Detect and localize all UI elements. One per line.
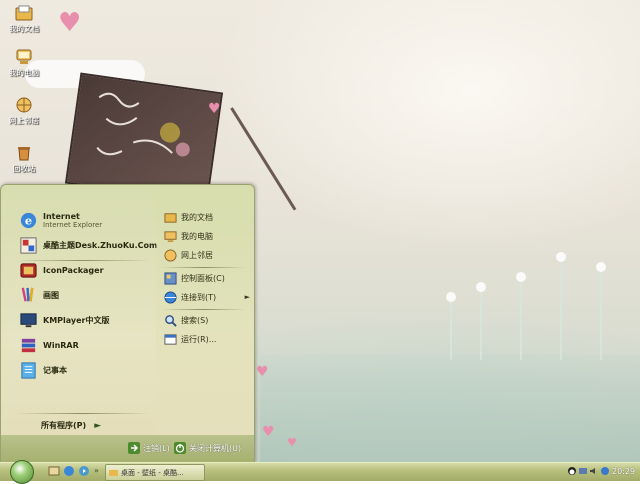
logoff-button[interactable]: 注销(L) <box>128 442 170 454</box>
wallpaper-dandelion <box>446 292 456 302</box>
network-icon <box>16 97 32 113</box>
all-programs-button[interactable]: 所有程序(P) ► <box>41 420 101 431</box>
start-item-kmplayer[interactable]: KMPlayer中文版 <box>19 309 153 331</box>
place-run[interactable]: 运行(R)... <box>164 331 250 347</box>
wallpaper-stem <box>560 260 562 360</box>
start-menu-programs: e Internet Internet Explorer 桌酷主题Desk.Zh… <box>1 185 157 435</box>
computer-icon <box>16 49 32 64</box>
desktop-icon-my-computer[interactable]: 我的电脑 <box>4 48 44 78</box>
place-my-computer[interactable]: 我的电脑 <box>164 228 250 244</box>
notepad-icon <box>21 361 36 379</box>
zhuoku-icon <box>20 236 37 254</box>
heart-decoration: ♥ <box>208 101 221 117</box>
start-item-internet[interactable]: e Internet Internet Explorer <box>19 209 153 231</box>
shutdown-button[interactable]: 关闭计算机(U) <box>174 442 241 454</box>
place-search[interactable]: 搜索(S) <box>164 312 250 328</box>
folder-icon <box>15 5 33 21</box>
network-tray-icon[interactable] <box>578 466 588 476</box>
wallpaper-dandelion <box>516 272 526 282</box>
folder-icon <box>164 212 177 223</box>
arrow-right-icon: ► <box>94 420 102 431</box>
start-item-notepad[interactable]: 记事本 <box>19 359 153 381</box>
wallpaper-stem <box>520 280 522 360</box>
show-desktop-icon[interactable] <box>48 465 60 477</box>
folder-icon <box>109 470 118 476</box>
wallpaper-dandelion <box>556 252 566 262</box>
taskbar-item-desktop-folder[interactable]: 桌面 - 壁纸 - 桌酷... <box>105 464 205 481</box>
place-control-panel[interactable]: 控制面板(C) <box>164 270 250 286</box>
ie-icon: e <box>20 212 37 228</box>
kmplayer-icon <box>20 312 37 327</box>
menu-separator <box>161 267 246 268</box>
wallpaper-stem <box>600 270 602 360</box>
place-my-documents[interactable]: 我的文档 <box>164 209 250 225</box>
place-network[interactable]: 网上邻居 <box>164 247 250 263</box>
start-menu-footer: 注销(L) 关闭计算机(U) <box>1 435 254 462</box>
menu-separator <box>161 309 246 310</box>
start-menu: e Internet Internet Explorer 桌酷主题Desk.Zh… <box>0 184 255 463</box>
heart-decoration: ♥ <box>58 8 82 38</box>
heart-decoration: ♥ <box>262 424 275 440</box>
start-item-winrar[interactable]: WinRAR <box>19 334 153 356</box>
recycle-bin-icon <box>18 147 30 161</box>
start-item-zhuoku[interactable]: 桌酷主题Desk.ZhuoKu.Com <box>19 234 157 256</box>
ie-icon[interactable] <box>63 465 75 477</box>
logoff-icon <box>128 442 140 454</box>
quicklaunch-expand-icon[interactable]: » <box>94 466 99 475</box>
qq-icon[interactable] <box>567 466 577 476</box>
volume-icon[interactable] <box>589 466 599 476</box>
taskbar: » 桌面 - 壁纸 - 桌酷... 20:29 <box>0 460 640 484</box>
wallpaper-stem <box>450 300 452 360</box>
connect-icon <box>164 290 177 304</box>
start-item-paint[interactable]: 画图 <box>19 284 153 306</box>
power-icon <box>174 442 186 454</box>
run-icon <box>164 333 177 345</box>
network-icon <box>164 248 177 262</box>
control-panel-icon <box>164 271 177 285</box>
media-player-icon[interactable] <box>78 465 90 477</box>
antivirus-icon[interactable] <box>600 466 610 476</box>
wallpaper-dandelion <box>476 282 486 292</box>
desktop-icon-recycle-bin[interactable]: 回收站 <box>4 144 44 174</box>
wallpaper-dandelion <box>596 262 606 272</box>
menu-separator <box>15 413 150 414</box>
arrow-right-icon: ► <box>244 293 250 301</box>
desktop-icon-network[interactable]: 网上邻居 <box>4 96 44 126</box>
heart-decoration: ♥ <box>287 436 297 449</box>
wallpaper-scribble <box>96 92 190 157</box>
clock[interactable]: 20:29 <box>612 467 635 476</box>
computer-icon <box>164 230 177 242</box>
wallpaper-stem <box>480 290 482 360</box>
place-connect-to[interactable]: 连接到(T) ► <box>164 289 250 305</box>
start-item-iconpackager[interactable]: IconPackager <box>19 259 153 281</box>
heart-decoration: ♥ <box>256 364 269 380</box>
svg-text:e: e <box>25 213 32 227</box>
start-button[interactable] <box>10 460 34 484</box>
desktop-icon-my-documents[interactable]: 我的文档 <box>4 4 44 34</box>
wallpaper-meadow <box>260 355 640 462</box>
paint-icon <box>21 287 34 301</box>
iconpackager-icon <box>20 262 37 278</box>
winrar-icon <box>21 338 36 352</box>
search-icon <box>165 314 177 327</box>
